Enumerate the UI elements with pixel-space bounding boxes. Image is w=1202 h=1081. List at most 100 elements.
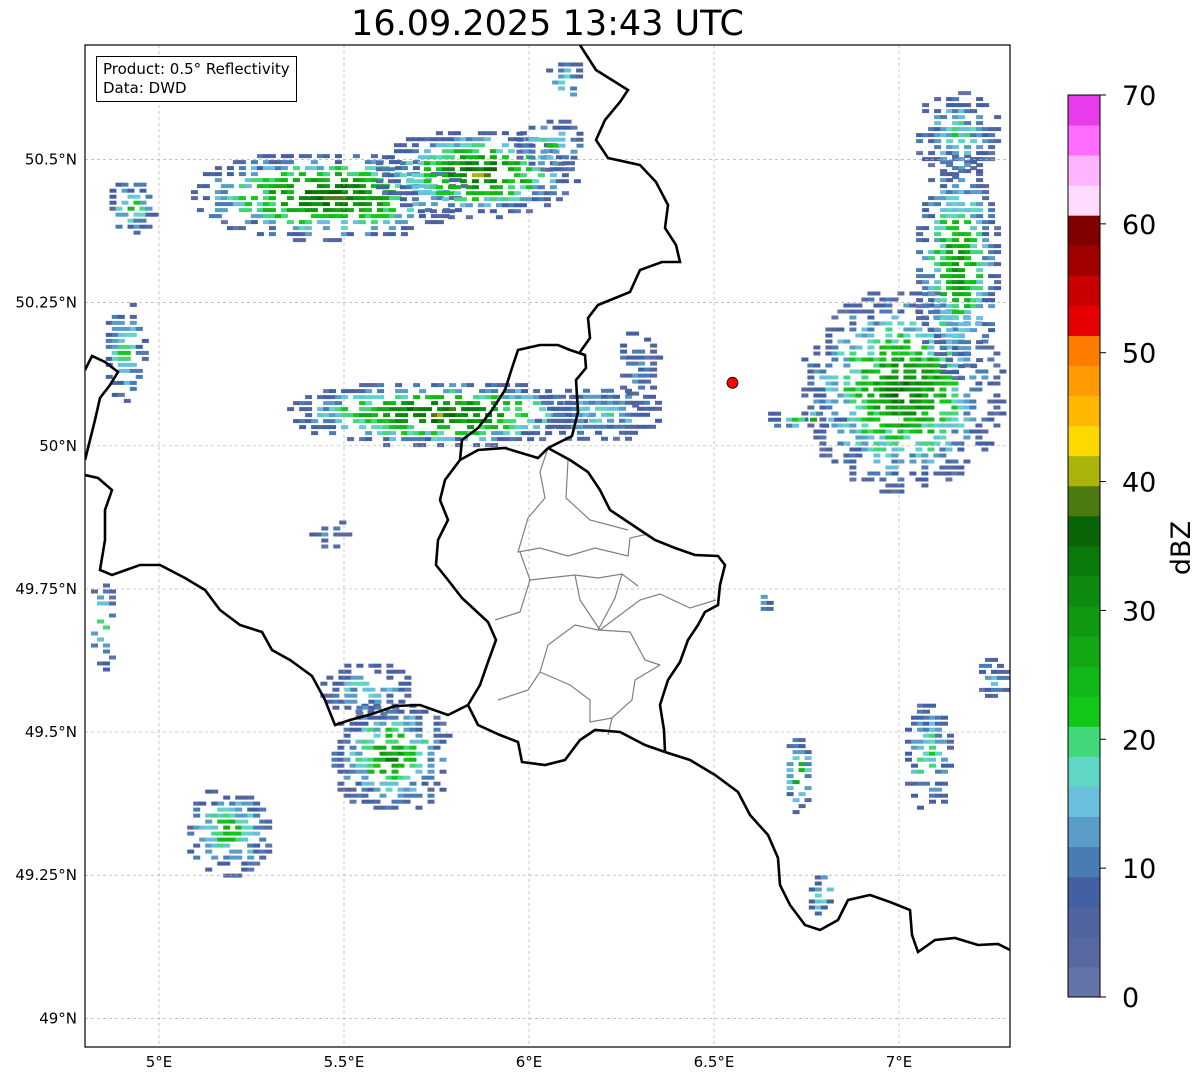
- echo-pixel: [205, 825, 213, 830]
- echo-pixel: [849, 429, 857, 434]
- echo-pixel: [364, 160, 372, 165]
- echo-pixel: [915, 387, 923, 392]
- echo-pixel: [331, 757, 339, 762]
- echo-pixel: [921, 471, 929, 476]
- latitude-tick-label: 49°N: [39, 1009, 77, 1027]
- echo-pixel: [343, 757, 351, 762]
- echo-pixel: [595, 394, 602, 399]
- echo-pixel: [939, 423, 947, 428]
- echo-pixel: [364, 214, 372, 219]
- echo-pixel: [946, 208, 954, 213]
- echo-pixel: [940, 133, 948, 138]
- echo-pixel: [513, 209, 521, 214]
- echo-pixel: [503, 425, 511, 430]
- echo-pixel: [855, 387, 863, 392]
- echo-pixel: [361, 727, 369, 732]
- echo-pixel: [934, 202, 942, 207]
- echo-pixel: [940, 298, 948, 303]
- echo-pixel: [214, 166, 222, 171]
- echo-pixel: [985, 657, 992, 662]
- echo-pixel: [367, 769, 375, 774]
- echo-pixel: [993, 351, 1001, 356]
- echo-pixel: [915, 453, 923, 458]
- echo-pixel: [415, 727, 423, 732]
- echo-pixel: [891, 297, 899, 302]
- echo-pixel: [964, 121, 972, 126]
- echo-pixel: [344, 687, 352, 692]
- echo-pixel: [559, 430, 566, 435]
- echo-pixel: [576, 143, 584, 148]
- echo-pixel: [409, 745, 417, 750]
- echo-pixel: [939, 387, 947, 392]
- echo-pixel: [798, 804, 806, 809]
- echo-pixel: [843, 459, 851, 464]
- echo-pixel: [310, 196, 318, 201]
- echo-pixel: [244, 208, 252, 213]
- echo-pixel: [897, 405, 905, 410]
- echo-pixel: [262, 202, 270, 207]
- echo-pixel: [129, 386, 137, 391]
- colorbar-tick-label: 40: [1122, 468, 1156, 499]
- echo-pixel: [205, 849, 213, 854]
- echo-pixel: [934, 157, 942, 162]
- echo-pixel: [939, 357, 947, 362]
- echo-pixel: [367, 727, 375, 732]
- echo-pixel: [939, 435, 947, 440]
- echo-pixel: [370, 226, 378, 231]
- echo-pixel: [915, 441, 923, 446]
- echo-pixel: [564, 119, 572, 124]
- echo-pixel: [988, 298, 996, 303]
- echo-pixel: [546, 167, 554, 172]
- echo-pixel: [411, 179, 419, 184]
- echo-pixel: [139, 188, 147, 193]
- echo-pixel: [903, 417, 911, 422]
- echo-pixel: [861, 357, 869, 362]
- echo-pixel: [807, 423, 815, 428]
- echo-pixel: [885, 375, 893, 380]
- echo-pixel: [905, 781, 912, 786]
- echo-pixel: [397, 763, 405, 768]
- echo-pixel: [939, 375, 947, 380]
- echo-pixel: [394, 220, 402, 225]
- echo-pixel: [386, 687, 394, 692]
- echo-pixel: [477, 173, 485, 178]
- echo-pixel: [274, 160, 282, 165]
- echo-pixel: [601, 436, 608, 441]
- echo-pixel: [298, 154, 306, 159]
- echo-pixel: [915, 417, 923, 422]
- echo-pixel: [412, 166, 420, 171]
- echo-pixel: [365, 401, 373, 406]
- echo-pixel: [117, 344, 125, 349]
- echo-pixel: [873, 381, 881, 386]
- echo-pixel: [993, 363, 1001, 368]
- echo-pixel: [329, 401, 337, 406]
- echo-pixel: [555, 155, 563, 160]
- echo-pixel: [922, 208, 930, 213]
- echo-pixel: [903, 327, 911, 332]
- echo-pixel: [981, 417, 989, 422]
- echo-pixel: [364, 232, 372, 237]
- echo-pixel: [981, 375, 989, 380]
- echo-pixel: [601, 400, 608, 405]
- echo-pixel: [946, 127, 954, 132]
- colorbar-segment: [1068, 365, 1100, 397]
- echo-pixel: [320, 681, 328, 686]
- echo-pixel: [958, 109, 966, 114]
- echo-pixel: [513, 173, 521, 178]
- echo-pixel: [346, 196, 354, 201]
- echo-pixel: [433, 733, 441, 738]
- echo-pixel: [373, 727, 381, 732]
- echo-pixel: [786, 774, 794, 779]
- echo-pixel: [111, 326, 119, 331]
- echo-pixel: [861, 327, 869, 332]
- echo-pixel: [964, 145, 972, 150]
- echo-pixel: [951, 387, 959, 392]
- echo-pixel: [867, 393, 875, 398]
- echo-pixel: [265, 843, 273, 848]
- echo-pixel: [123, 332, 131, 337]
- echo-pixel: [413, 443, 421, 448]
- echo-pixel: [103, 583, 110, 588]
- echo-pixel: [528, 149, 536, 154]
- echo-pixel: [964, 169, 972, 174]
- echo-pixel: [129, 368, 137, 373]
